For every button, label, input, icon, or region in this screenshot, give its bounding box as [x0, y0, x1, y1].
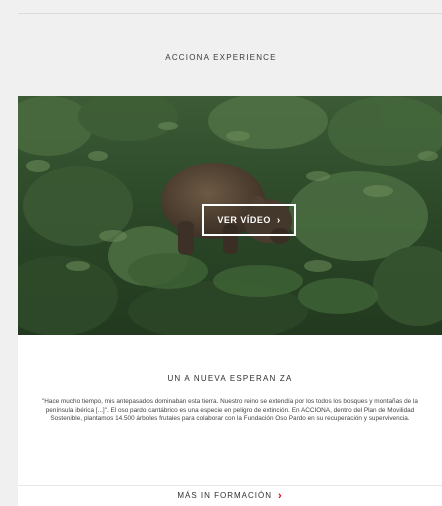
article-title: UN A NUEVA ESPERAN ZA [167, 374, 293, 383]
more-info-link[interactable]: MÁS IN FORMACIÓN › [18, 489, 442, 502]
more-info-label: MÁS IN FORMACIÓN [177, 491, 272, 500]
chevron-right-icon: › [276, 214, 281, 226]
experience-card: VER VÍDEO › UN A NUEVA ESPERAN ZA "Hace … [18, 96, 442, 506]
watch-video-label: VER VÍDEO [217, 215, 271, 225]
card-divider [18, 485, 442, 486]
video-thumbnail[interactable]: VER VÍDEO › [18, 96, 442, 335]
watch-video-button[interactable]: VER VÍDEO › [202, 204, 296, 236]
article-body: "Hace mucho tiempo, mis antepasados domi… [42, 398, 418, 423]
top-divider [18, 13, 442, 14]
section-title: ACCIONA EXPERIENCE [165, 53, 277, 62]
chevron-right-icon: › [278, 489, 283, 502]
